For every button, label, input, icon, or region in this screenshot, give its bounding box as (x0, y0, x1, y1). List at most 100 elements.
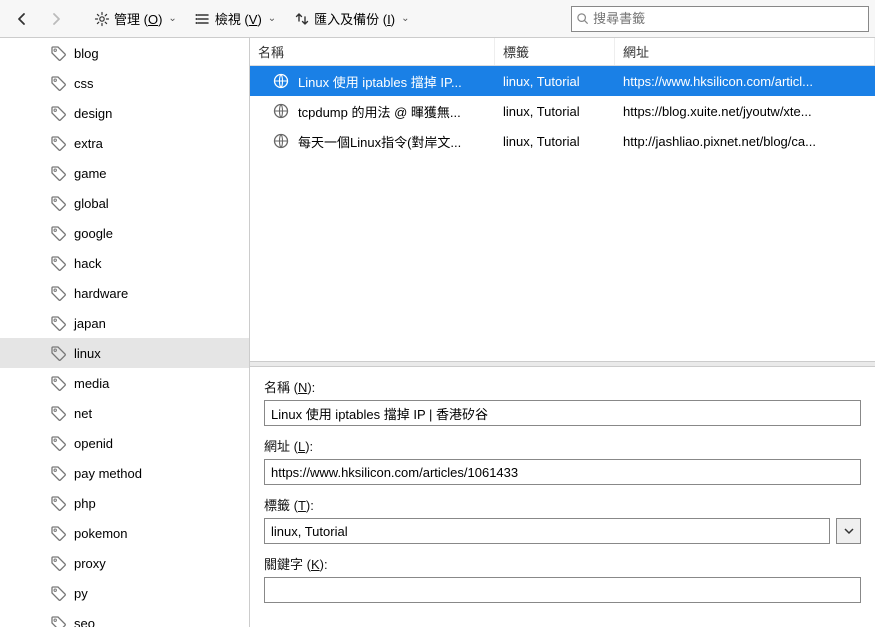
arrow-left-icon (14, 11, 30, 27)
tag-icon (50, 224, 68, 242)
chevron-down-icon (844, 526, 854, 536)
sidebar[interactable]: blog css design extra game global google hack ha… (0, 38, 250, 627)
tag-icon (50, 344, 68, 362)
globe-icon (272, 132, 290, 150)
input-name[interactable] (264, 400, 861, 426)
tag-icon (50, 254, 68, 272)
sidebar-item-global[interactable]: global (0, 188, 249, 218)
sidebar-item-label: hack (74, 256, 101, 271)
label-url: 網址 (L): (264, 436, 861, 455)
sidebar-item-linux[interactable]: linux (0, 338, 249, 368)
sidebar-item-label: openid (74, 436, 113, 451)
sidebar-item-blog[interactable]: blog (0, 38, 249, 68)
cell-name: Linux 使用 iptables 擋掉 IP... (298, 72, 462, 91)
tag-icon (50, 614, 68, 627)
sidebar-item-design[interactable]: design (0, 98, 249, 128)
input-tags[interactable] (264, 518, 830, 544)
sidebar-item-label: design (74, 106, 112, 121)
tag-icon (50, 134, 68, 152)
col-header-tags[interactable]: 標籤 (495, 38, 615, 65)
sidebar-item-net[interactable]: net (0, 398, 249, 428)
globe-icon (272, 72, 290, 90)
sidebar-item-pokemon[interactable]: pokemon (0, 518, 249, 548)
label-keyword: 關鍵字 (K): (264, 554, 861, 573)
table-row[interactable]: Linux 使用 iptables 擋掉 IP... linux, Tutoria… (250, 66, 875, 96)
globe-icon (272, 102, 290, 120)
tag-icon (50, 404, 68, 422)
sidebar-item-pay-method[interactable]: pay method (0, 458, 249, 488)
table-row[interactable]: 每天一個Linux指令(對岸文...linux, Tutorialhttp://… (250, 126, 875, 156)
sidebar-item-proxy[interactable]: proxy (0, 548, 249, 578)
cell-name: tcpdump 的用法 @ 暉獲無... (298, 102, 461, 121)
chevron-down-icon: ⌄ (268, 13, 276, 24)
field-keyword: 關鍵字 (K): (264, 554, 861, 603)
sidebar-item-label: extra (74, 136, 103, 151)
col-header-name[interactable]: 名稱 (250, 38, 495, 65)
sidebar-item-py[interactable]: py (0, 578, 249, 608)
sidebar-item-label: media (74, 376, 109, 391)
nav-back-button[interactable] (6, 5, 38, 33)
sidebar-item-label: linux (74, 346, 101, 361)
search-box[interactable] (571, 6, 869, 32)
sidebar-item-php[interactable]: php (0, 488, 249, 518)
col-header-url[interactable]: 網址 (615, 38, 875, 65)
field-url: 網址 (L): (264, 436, 861, 485)
sidebar-item-label: google (74, 226, 113, 241)
sidebar-item-seo[interactable]: seo (0, 608, 249, 627)
sidebar-item-japan[interactable]: japan (0, 308, 249, 338)
tag-icon (50, 284, 68, 302)
cell-tags: linux, Tutorial (495, 74, 615, 89)
sidebar-item-google[interactable]: google (0, 218, 249, 248)
view-menu-button[interactable]: 檢視 (V) ⌄ (187, 5, 284, 33)
cell-url: https://www.hksilicon.com/articl... (615, 74, 875, 89)
sidebar-item-label: game (74, 166, 107, 181)
cell-tags: linux, Tutorial (495, 104, 615, 119)
cell-name: 每天一個Linux指令(對岸文... (298, 132, 461, 151)
sidebar-item-media[interactable]: media (0, 368, 249, 398)
sidebar-item-hack[interactable]: hack (0, 248, 249, 278)
detail-pane: 名稱 (N): 網址 (L): 標籤 (T): 關鍵字 (K): (250, 367, 875, 627)
tag-icon (50, 74, 68, 92)
table-row[interactable]: tcpdump 的用法 @ 暉獲無...linux, Tutorialhttps… (250, 96, 875, 126)
tag-icon (50, 494, 68, 512)
tag-icon (50, 194, 68, 212)
sidebar-item-game[interactable]: game (0, 158, 249, 188)
view-label: 檢視 (V) (215, 9, 262, 28)
sidebar-item-hardware[interactable]: hardware (0, 278, 249, 308)
input-url[interactable] (264, 459, 861, 485)
list-icon (195, 11, 211, 27)
label-name: 名稱 (N): (264, 377, 861, 396)
sidebar-item-css[interactable]: css (0, 68, 249, 98)
tag-icon (50, 104, 68, 122)
field-tags: 標籤 (T): (264, 495, 861, 544)
search-input[interactable] (593, 11, 864, 26)
import-backup-menu-button[interactable]: 匯入及備份 (I) ⌄ (286, 5, 417, 33)
sidebar-item-label: pay method (74, 466, 142, 481)
nav-forward-button[interactable] (40, 5, 72, 33)
cell-url: http://jashliao.pixnet.net/blog/ca... (615, 134, 875, 149)
table-header: 名稱 標籤 網址 (250, 38, 875, 66)
import-label: 匯入及備份 (I) (314, 9, 395, 28)
sidebar-item-label: css (74, 76, 94, 91)
sidebar-item-openid[interactable]: openid (0, 428, 249, 458)
bookmark-list[interactable]: Linux 使用 iptables 擋掉 IP... linux, Tutoria… (250, 66, 875, 361)
tag-icon (50, 314, 68, 332)
sidebar-item-label: global (74, 196, 109, 211)
tag-icon (50, 524, 68, 542)
tag-icon (50, 44, 68, 62)
arrow-right-icon (48, 11, 64, 27)
sidebar-item-label: proxy (74, 556, 106, 571)
sidebar-item-label: php (74, 496, 96, 511)
sidebar-item-label: seo (74, 616, 95, 627)
sidebar-item-extra[interactable]: extra (0, 128, 249, 158)
sidebar-item-label: pokemon (74, 526, 127, 541)
sidebar-item-label: blog (74, 46, 99, 61)
input-keyword[interactable] (264, 577, 861, 603)
manage-label: 管理 (O) (114, 9, 162, 28)
field-name: 名稱 (N): (264, 377, 861, 426)
chevron-down-icon: ⌄ (401, 13, 409, 24)
sidebar-item-label: japan (74, 316, 106, 331)
gear-icon (94, 11, 110, 27)
tags-dropdown-button[interactable] (836, 518, 861, 544)
manage-menu-button[interactable]: 管理 (O) ⌄ (86, 5, 185, 33)
